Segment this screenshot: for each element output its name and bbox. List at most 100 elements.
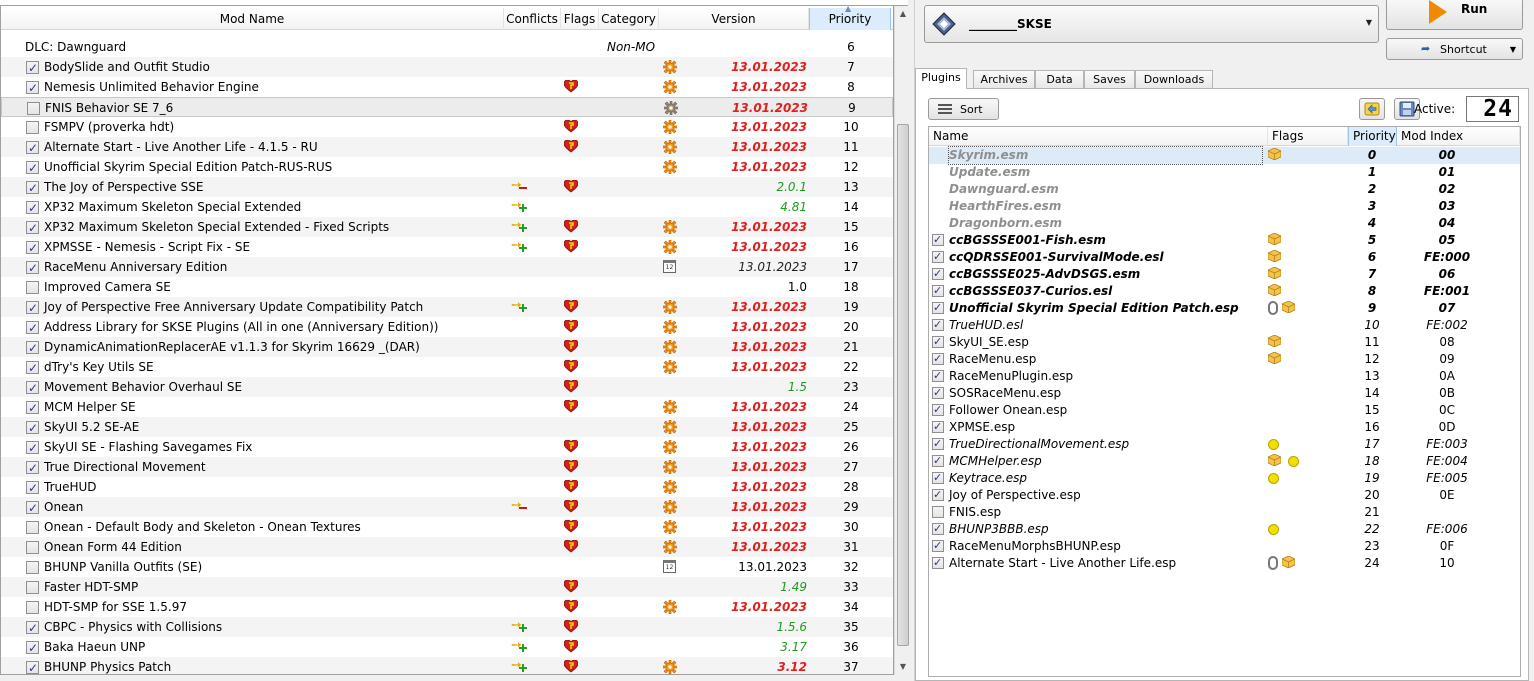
tab-plugins[interactable]: Plugins [915, 68, 967, 89]
mod-list[interactable]: Mod Name Conflicts Flags Category Versio… [0, 6, 894, 675]
plugin-enable-checkbox[interactable] [932, 367, 944, 384]
plugin-row[interactable]: TrueDirectionalMovement.esp 17 FE:003 [929, 435, 1520, 453]
mod-row[interactable]: Onean ➙ 13.01.2023 29 [1, 497, 893, 518]
mod-enable-checkbox[interactable] [26, 478, 39, 498]
plugin-enable-checkbox[interactable] [932, 418, 944, 435]
mod-enable-checkbox[interactable] [26, 541, 39, 554]
mod-row[interactable]: XPMSSE - Nemesis - Script Fix - SE ➙ 13.01… [1, 237, 893, 258]
plugin-row[interactable]: ccQDRSSE001-SurvivalMode.esl 6 FE:000 [929, 248, 1520, 266]
plugin-row[interactable]: ccBGSSSE037-Curios.esl 8 FE:001 [929, 282, 1520, 300]
plugin-row[interactable]: FNIS.esp 21 [929, 504, 1520, 521]
plugin-enable-checkbox[interactable] [932, 316, 944, 333]
mod-enable-checkbox[interactable] [26, 418, 39, 438]
mod-enable-checkbox[interactable] [26, 258, 39, 278]
plugin-row[interactable]: BHUNP3BBB.esp 22 FE:006 [929, 520, 1520, 538]
mod-enable-checkbox[interactable] [26, 218, 39, 238]
mod-row[interactable]: MCM Helper SE 13.01.2023 24 [1, 397, 893, 418]
mod-row[interactable]: True Directional Movement 13.01.2023 27 [1, 457, 893, 478]
plugin-enable-checkbox[interactable] [932, 333, 944, 350]
mod-row[interactable]: BodySlide and Outfit Studio 13.01.2023 7 [1, 57, 893, 78]
mod-row[interactable]: Onean - Default Body and Skeleton - Onea… [1, 517, 893, 537]
plugin-row[interactable]: Unofficial Skyrim Special Edition Patch.… [929, 299, 1520, 317]
mod-enable-checkbox[interactable] [26, 318, 39, 338]
plugin-row[interactable]: Dragonborn.esm 4 04 [929, 215, 1520, 232]
plugin-enable-checkbox[interactable] [932, 486, 944, 503]
mod-row[interactable]: CBPC - Physics with Collisions ➙ 1.5.6 35 [1, 617, 893, 638]
mod-list-scrollbar[interactable]: ▲ ▼ [894, 6, 910, 675]
mod-enable-checkbox[interactable] [26, 601, 39, 614]
mod-row[interactable]: DynamicAnimationReplacerAE v1.1.3 for Sk… [1, 337, 893, 358]
mod-enable-checkbox[interactable] [26, 238, 39, 258]
plugin-row[interactable]: Skyrim.esm 0 00 [929, 146, 1520, 165]
mod-enable-checkbox[interactable] [26, 78, 39, 98]
plugin-list[interactable]: Name Flags Priority Mod Index Skyrim.esm… [928, 126, 1521, 677]
mod-enable-checkbox[interactable] [26, 198, 39, 218]
plugin-row[interactable]: RaceMenuPlugin.esp 13 0A [929, 367, 1520, 385]
mod-row[interactable]: TrueHUD 13.01.2023 28 [1, 477, 893, 498]
plugin-enable-checkbox[interactable] [932, 537, 944, 554]
mod-row[interactable]: HDT-SMP for SSE 1.5.97 13.01.2023 34 [1, 597, 893, 617]
plugin-row[interactable]: RaceMenu.esp 12 09 [929, 350, 1520, 368]
sort-button[interactable]: Sort [928, 98, 999, 120]
plugin-row[interactable]: TrueHUD.esl 10 FE:002 [929, 316, 1520, 334]
mod-row[interactable]: SkyUI 5.2 SE-AE 13.01.2023 25 [1, 417, 893, 438]
plugin-enable-checkbox[interactable] [932, 350, 944, 367]
plugin-enable-checkbox[interactable] [932, 554, 944, 571]
column-conflicts[interactable]: Conflicts [504, 8, 561, 30]
plugin-row[interactable]: Joy of Perspective.esp 20 0E [929, 486, 1520, 504]
mod-row[interactable]: The Joy of Perspective SSE ➙ 2.0.1 13 [1, 177, 893, 198]
mod-row[interactable]: BHUNP Vanilla Outfits (SE) 12 13.01.2023 32 [1, 557, 893, 577]
mod-row[interactable]: Improved Camera SE 1.0 18 [1, 277, 893, 297]
plugin-row[interactable]: ccBGSSSE025-AdvDSGS.esm 7 06 [929, 265, 1520, 283]
mod-enable-checkbox[interactable] [26, 521, 39, 534]
mod-enable-checkbox[interactable] [26, 638, 39, 658]
mod-enable-checkbox[interactable] [26, 178, 39, 198]
mod-row[interactable]: Alternate Start - Live Another Life - 4.… [1, 137, 893, 158]
mod-enable-checkbox[interactable] [26, 658, 39, 674]
plugin-row[interactable]: HearthFires.esm 3 03 [929, 198, 1520, 215]
plugin-row[interactable]: XPMSE.esp 16 0D [929, 418, 1520, 436]
mod-row[interactable]: BHUNP Physics Patch ➙ 3.12 37 [1, 657, 893, 674]
shortcut-button[interactable]: ➦ Shortcut ▼ [1386, 38, 1523, 60]
mod-row[interactable]: SkyUI SE - Flashing Savegames Fix 13.01.2… [1, 437, 893, 458]
executable-select[interactable]: ________SKSE ▼ [924, 5, 1379, 43]
mod-enable-checkbox[interactable] [26, 338, 39, 358]
mod-enable-checkbox[interactable] [26, 438, 39, 458]
plugin-row[interactable]: SkyUI_SE.esp 11 08 [929, 333, 1520, 351]
mod-row[interactable]: Baka Haeun UNP ➙ 3.17 36 [1, 637, 893, 658]
plugin-row[interactable]: Keytrace.esp 19 FE:005 [929, 469, 1520, 487]
mod-row[interactable]: RaceMenu Anniversary Edition 12 13.01.2023… [1, 257, 893, 278]
mod-row[interactable]: FNIS Behavior SE 7_6 13.01.2023 9 [1, 97, 893, 117]
tab-data[interactable]: Data [1035, 70, 1084, 88]
scroll-up-icon[interactable]: ▲ [895, 6, 911, 22]
mod-row[interactable]: FSMPV (proverka hdt) 13.01.2023 10 [1, 117, 893, 137]
tab-archives[interactable]: Archives [973, 70, 1035, 88]
mod-enable-checkbox[interactable] [26, 618, 39, 638]
plugin-enable-checkbox[interactable] [932, 384, 944, 401]
plugin-enable-checkbox[interactable] [932, 506, 944, 518]
mod-row[interactable]: XP32 Maximum Skeleton Special Extended ➙ 4… [1, 197, 893, 218]
mod-row[interactable]: Faster HDT-SMP 1.49 33 [1, 577, 893, 597]
plugin-row[interactable]: MCMHelper.esp 18 FE:004 [929, 452, 1520, 470]
plugin-enable-checkbox[interactable] [932, 401, 944, 418]
mod-enable-checkbox[interactable] [27, 102, 40, 115]
mod-row[interactable]: Address Library for SKSE Plugins (All in… [1, 317, 893, 338]
chevron-down-icon[interactable]: ▼ [1510, 45, 1516, 54]
chevron-down-icon[interactable]: ▼ [1366, 18, 1372, 27]
mod-enable-checkbox[interactable] [26, 58, 39, 78]
plugin-row[interactable]: Alternate Start - Live Another Life.esp 2… [929, 554, 1520, 572]
column-mod-name[interactable]: Mod Name [1, 8, 504, 30]
column-plugin-name[interactable]: Name [929, 127, 1268, 146]
scroll-down-icon[interactable]: ▼ [895, 659, 911, 675]
mod-enable-checkbox[interactable] [26, 138, 39, 158]
mod-row[interactable]: DLC: Dawnguard Non-MO 6 [1, 37, 893, 57]
plugin-row[interactable]: Dawnguard.esm 2 02 [929, 181, 1520, 198]
mod-enable-checkbox[interactable] [26, 378, 39, 398]
column-version[interactable]: Version [659, 8, 809, 30]
plugin-enable-checkbox[interactable] [932, 299, 944, 316]
column-flags[interactable]: Flags [561, 8, 599, 30]
mod-enable-checkbox[interactable] [26, 581, 39, 594]
mod-row[interactable]: Joy of Perspective Free Anniversary Upda… [1, 297, 893, 318]
mod-enable-checkbox[interactable] [26, 498, 39, 518]
scrollbar-thumb[interactable] [897, 124, 909, 646]
